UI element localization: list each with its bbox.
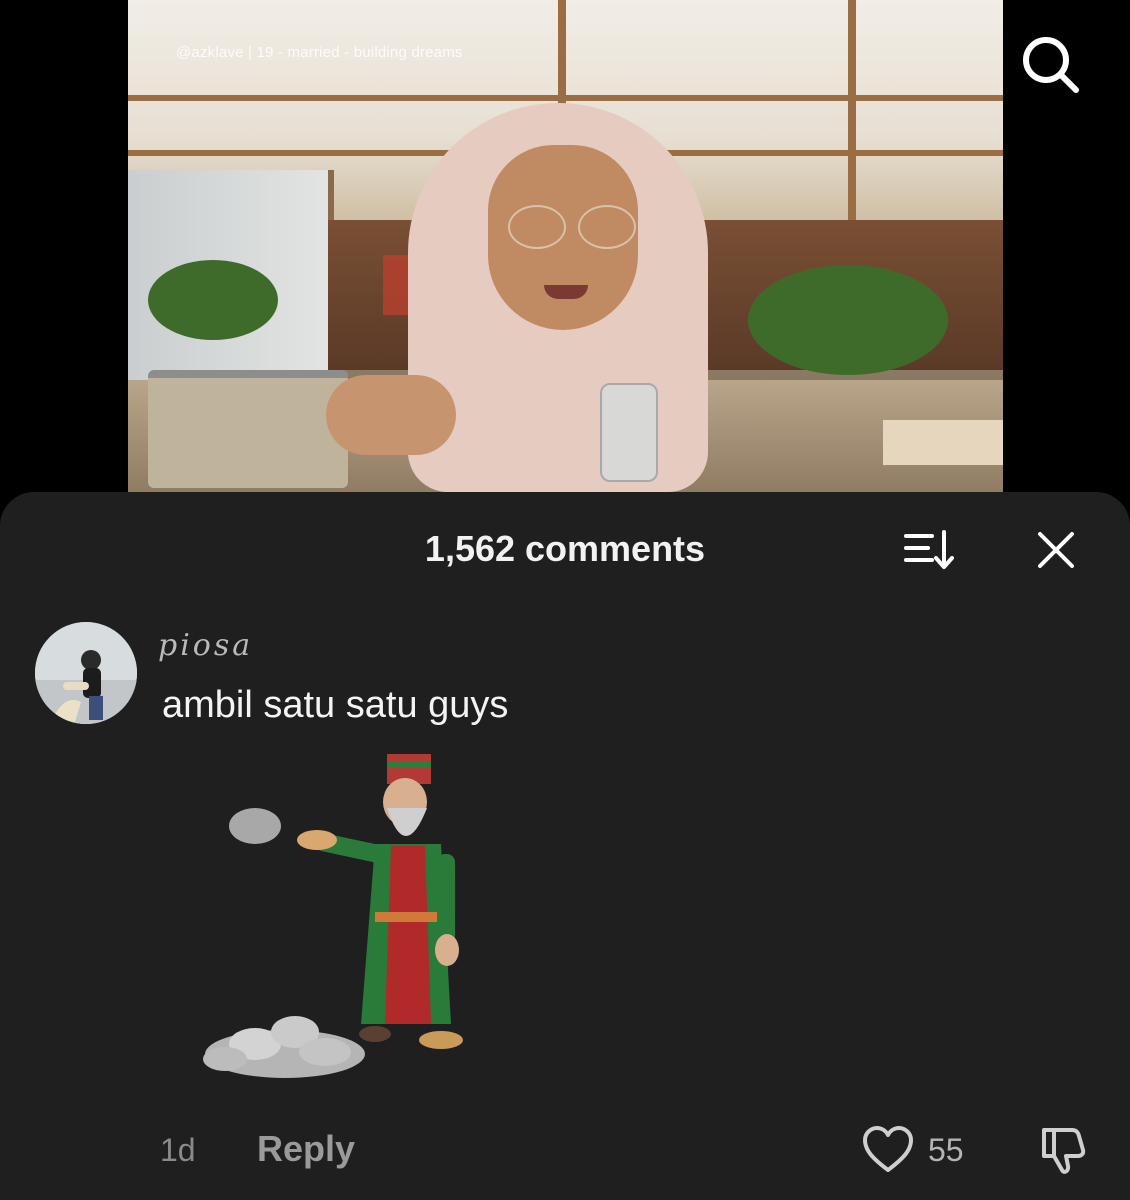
sort-icon: [904, 530, 954, 569]
video-table: [883, 420, 1003, 465]
comments-count-title: 1,562 comments: [424, 528, 706, 569]
comment-username[interactable]: piosa: [158, 628, 253, 663]
video-person-phone: [600, 383, 658, 482]
comments-sheet: 1,562 comments piosa ambil satu satu guy…: [0, 492, 1130, 1200]
comment-sticker: [165, 754, 475, 1104]
heart-icon: [863, 1126, 913, 1172]
video-player[interactable]: @azklave | 19 - married - building dream…: [128, 0, 1003, 492]
close-button[interactable]: [1034, 528, 1078, 572]
video-person-hand: [326, 375, 456, 455]
avatar[interactable]: [35, 622, 137, 724]
old-man-throwing-stones-sticker: [203, 754, 463, 1078]
video-bonsai-left: [148, 260, 278, 340]
dislike-button[interactable]: [1036, 1124, 1088, 1176]
video-person-glasses: [578, 205, 636, 249]
search-icon: [1023, 37, 1079, 93]
close-icon: [1038, 532, 1074, 568]
comment-text: ambil satu satu guys: [162, 684, 509, 726]
like-button[interactable]: [862, 1126, 914, 1174]
video-beam: [848, 0, 856, 230]
sort-button[interactable]: [902, 528, 958, 572]
reply-button[interactable]: Reply: [257, 1128, 355, 1170]
comment-time: 1d: [160, 1132, 196, 1168]
video-chair: [148, 370, 348, 488]
thumbs-down-icon: [1042, 1128, 1086, 1174]
search-button[interactable]: [1018, 32, 1082, 96]
video-person-glasses: [508, 205, 566, 249]
video-watermark: @azklave | 19 - married - building dream…: [176, 44, 463, 61]
video-person: [326, 95, 776, 492]
avatar-photo: [35, 622, 137, 724]
like-count: 55: [928, 1132, 964, 1168]
video-bonsai-right: [748, 265, 948, 375]
